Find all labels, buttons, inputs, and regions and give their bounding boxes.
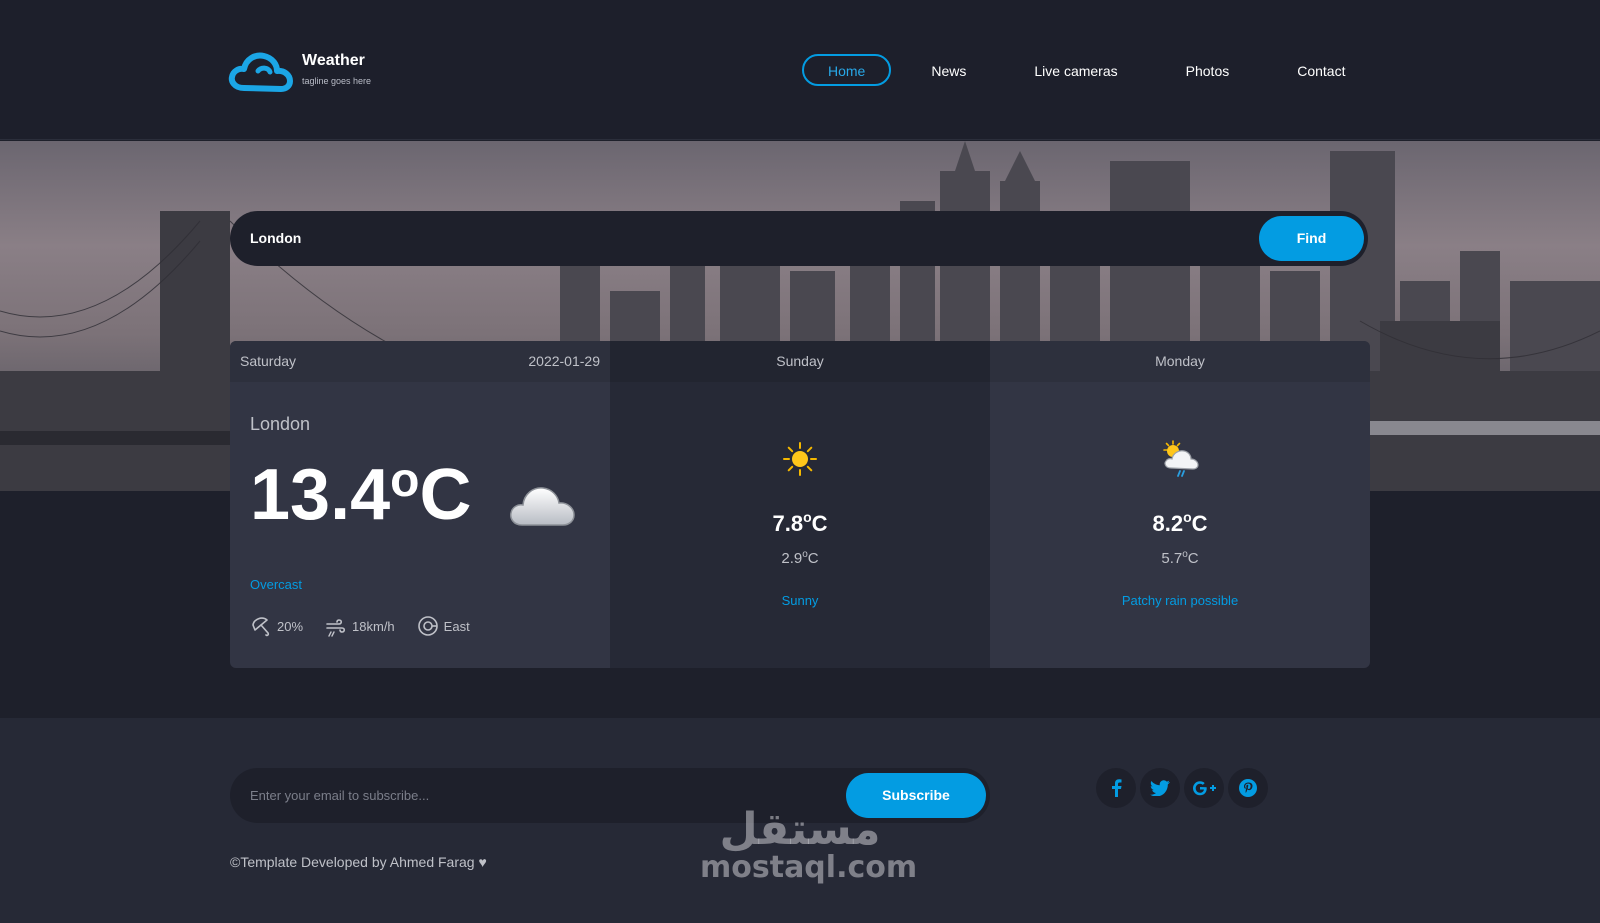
wind-icon: [326, 619, 346, 637]
wind-direction: East: [417, 615, 470, 637]
day3-max-value: 8.2: [1152, 511, 1184, 536]
forecast-day-sunday: Sunday 7.8oC 2.9oC Sunny: [610, 341, 990, 668]
watermark-latin: mostaql.com: [700, 850, 918, 885]
copyright-text: ©Template Developed by Ahmed Farag ♥: [230, 854, 487, 870]
site-header: Weather tagline goes here Home News Live…: [0, 0, 1600, 140]
day2-max-unit: C: [811, 511, 828, 536]
day2-min-unit: C: [807, 550, 819, 567]
brand-title: Weather: [302, 52, 365, 69]
search-bar: London Find: [230, 211, 1368, 266]
day3-max-deg: o: [1183, 509, 1192, 525]
day2-condition: Sunny: [781, 593, 819, 608]
today-temperature: 13.4oC: [250, 457, 471, 532]
facebook-icon[interactable]: [1096, 768, 1136, 808]
today-temp-value: 13.4: [250, 455, 391, 535]
main-nav: Home News Live cameras Photos Contact: [802, 54, 1387, 86]
watermark-arabic: مستقل: [719, 804, 881, 855]
today-header: Saturday 2022-01-29: [230, 341, 610, 382]
forecast-day-monday: Monday 8.2oC 5.7oC Patchy rain possible: [990, 341, 1370, 668]
rain-value: 20%: [277, 618, 304, 634]
day3-min: 5.7oC: [990, 549, 1370, 567]
nav-photos[interactable]: Photos: [1160, 54, 1256, 86]
google-plus-icon[interactable]: [1184, 768, 1224, 808]
day2-max-value: 7.8: [772, 511, 804, 536]
umbrella-icon: [252, 617, 270, 637]
overcast-cloud-icon: [510, 487, 575, 526]
mostaql-watermark: مستقل mostaql.com: [700, 804, 918, 885]
day2-max-deg: o: [803, 509, 812, 525]
today-day: Saturday: [240, 353, 297, 369]
find-button[interactable]: Find: [1259, 216, 1364, 261]
day2-header: Sunday: [610, 341, 990, 382]
forecast-today: Saturday 2022-01-29 London 13.4oC Overca…: [230, 341, 610, 668]
pinterest-icon[interactable]: [1228, 768, 1268, 808]
day3-min-value: 5.7: [1161, 550, 1183, 567]
compass-icon: [417, 616, 438, 636]
nav-home[interactable]: Home: [802, 54, 892, 86]
email-subscribe-input[interactable]: Enter your email to subscribe...: [250, 768, 429, 823]
day3-max: 8.2oC: [990, 509, 1370, 537]
brand-logo[interactable]: Weather tagline goes here: [228, 50, 371, 92]
social-links: [1096, 768, 1272, 808]
twitter-icon[interactable]: [1140, 768, 1180, 808]
day3-max-unit: C: [1191, 511, 1208, 536]
degree-sign: o: [390, 454, 420, 507]
day3-min-unit: C: [1187, 550, 1199, 567]
wind-speed: 18km/h: [325, 615, 395, 637]
nav-live-cameras[interactable]: Live cameras: [1008, 54, 1143, 86]
location-search-input[interactable]: London: [250, 211, 301, 266]
brand-tagline: tagline goes here: [302, 76, 372, 86]
nav-news[interactable]: News: [905, 54, 992, 86]
forecast-table: Saturday 2022-01-29 London 13.4oC Overca…: [230, 341, 1370, 668]
day2-min: 2.9oC: [610, 549, 990, 567]
direction-value: East: [443, 618, 470, 634]
cloud-logo-icon: [228, 52, 293, 92]
nav-contact[interactable]: Contact: [1271, 54, 1371, 86]
rain-chance: 20%: [250, 615, 303, 637]
wind-value: 18km/h: [352, 618, 395, 634]
today-date: 2022-01-29: [528, 353, 600, 369]
patchy-rain-icon: [1163, 440, 1199, 477]
day3-header: Monday: [990, 341, 1370, 382]
today-condition: Overcast: [250, 577, 303, 592]
day2-min-value: 2.9: [781, 550, 803, 567]
today-location: London: [250, 414, 311, 434]
today-details: 20% 18km/h East: [250, 615, 492, 637]
day2-max: 7.8oC: [610, 509, 990, 537]
sun-icon: [783, 442, 817, 476]
day3-condition: Patchy rain possible: [1121, 593, 1239, 608]
unit-c: C: [419, 455, 472, 535]
